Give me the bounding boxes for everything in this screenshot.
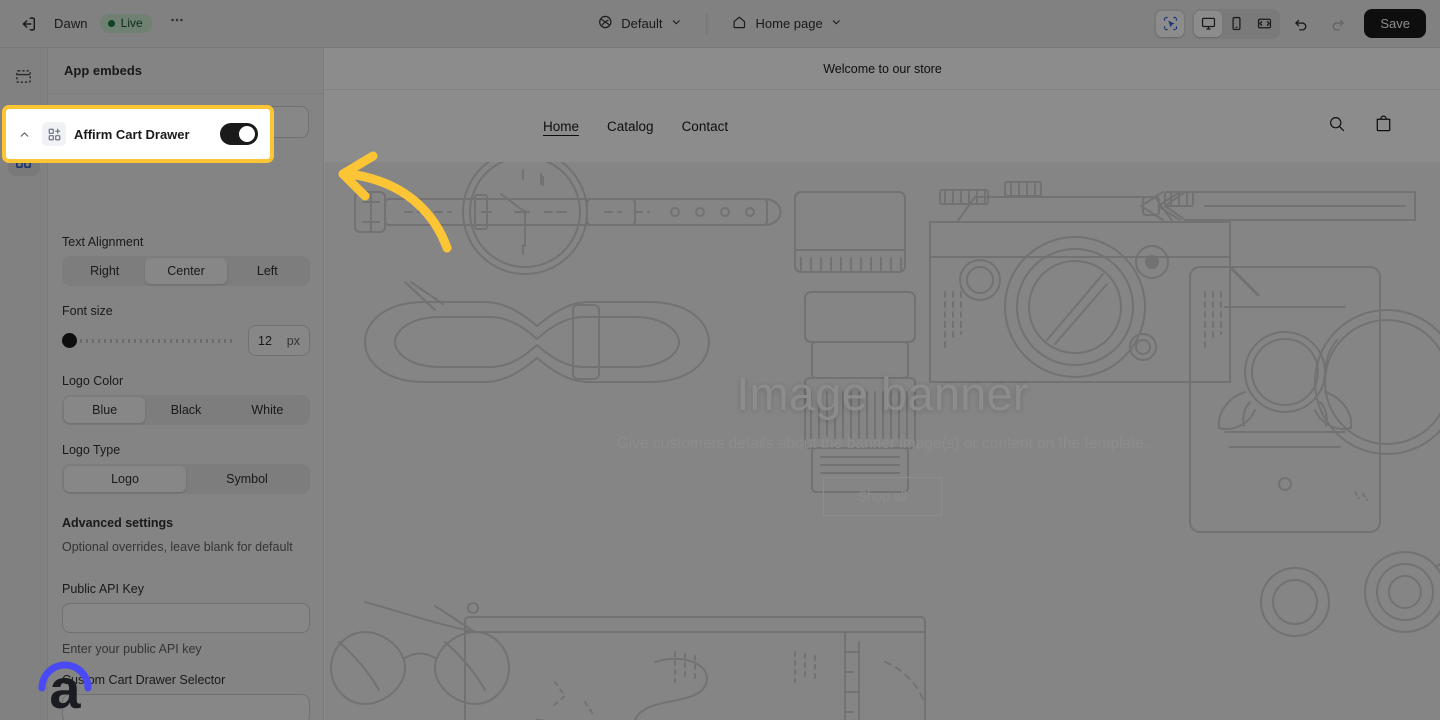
app-embed-row-affirm-cart-drawer[interactable]: Affirm Cart Drawer <box>2 105 274 163</box>
advanced-settings-heading: Advanced settings <box>62 516 174 530</box>
font-size-row: 12 px <box>62 325 310 356</box>
storefront-preview: Welcome to our store Home Catalog Contac… <box>325 48 1440 720</box>
public-api-key-label: Public API Key <box>62 582 144 596</box>
slider-track <box>62 338 236 343</box>
page-selector[interactable]: Home page <box>721 9 852 38</box>
chevron-up-icon[interactable] <box>14 124 34 144</box>
status-badge-label: Live <box>120 16 143 30</box>
search-icon[interactable] <box>1327 114 1347 139</box>
font-size-label: Font size <box>62 304 113 318</box>
logo-color-group: Logo Color Blue Black White <box>62 374 310 425</box>
text-alignment-label: Text Alignment <box>62 235 144 249</box>
banner-subtitle: Give customers details about the banner … <box>616 435 1149 452</box>
apps-icon <box>42 122 66 146</box>
text-alignment-option-center[interactable]: Center <box>145 258 227 284</box>
font-size-stepper[interactable]: 12 px <box>248 325 310 356</box>
public-api-key-input[interactable] <box>62 603 310 633</box>
nav-link-home[interactable]: Home <box>543 119 579 134</box>
logo-type-option-symbol[interactable]: Symbol <box>186 466 308 492</box>
toolbar-right-group: Save <box>1154 8 1426 39</box>
font-size-value: 12 <box>258 333 272 348</box>
font-size-group: Font size 12 px <box>62 304 310 356</box>
app-embed-toggle[interactable] <box>220 123 258 145</box>
advanced-settings-description: Optional overrides, leave blank for defa… <box>62 540 293 554</box>
save-button[interactable]: Save <box>1364 9 1426 38</box>
theme-name: Dawn <box>54 16 88 31</box>
select-tool-group <box>1154 8 1187 39</box>
store-actions <box>1327 113 1394 139</box>
toolbar-divider <box>706 13 708 34</box>
text-alignment-option-right[interactable]: Right <box>64 258 145 284</box>
locale-label: Default <box>621 16 663 31</box>
status-badge: Live <box>99 14 152 33</box>
app-embed-title: Affirm Cart Drawer <box>74 126 190 142</box>
status-dot <box>107 19 115 27</box>
advanced-settings-group: Advanced settings Optional overrides, le… <box>62 516 310 554</box>
text-alignment-segmented: Right Center Left <box>62 256 310 286</box>
page-label: Home page <box>755 16 823 31</box>
shop-all-button[interactable]: Shop all <box>823 477 942 516</box>
text-alignment-group: Text Alignment Right Center Left <box>62 235 310 286</box>
banner-content: Image banner Give customers details abou… <box>325 162 1440 720</box>
undo-icon[interactable] <box>1286 10 1316 38</box>
logo-color-option-black[interactable]: Black <box>145 397 226 423</box>
announcement-bar: Welcome to our store <box>325 48 1440 90</box>
toolbar-left-group: Dawn Live <box>0 10 190 38</box>
sidebar-rail-sections[interactable] <box>8 60 40 92</box>
redo-icon <box>1322 10 1352 38</box>
chevron-down-icon <box>670 16 682 31</box>
logo-color-option-blue[interactable]: Blue <box>64 397 146 423</box>
top-toolbar: Dawn Live Default Home page Save <box>0 0 1440 48</box>
select-tool-button[interactable] <box>1156 10 1185 37</box>
panel-title: App embeds <box>48 48 323 94</box>
banner-title: Image banner <box>736 367 1029 420</box>
logo-type-option-logo[interactable]: Logo <box>64 466 186 492</box>
logo-color-label: Logo Color <box>62 374 124 388</box>
logo-color-option-white[interactable]: White <box>227 397 308 423</box>
locale-selector[interactable]: Default <box>587 9 692 38</box>
exit-icon[interactable] <box>14 10 42 38</box>
nav-link-catalog[interactable]: Catalog <box>607 119 654 134</box>
font-size-slider[interactable] <box>62 331 236 351</box>
font-size-unit: px <box>286 333 300 348</box>
toggle-knob <box>239 126 255 142</box>
shopping-bag-icon[interactable] <box>1373 113 1394 139</box>
text-alignment-option-left[interactable]: Left <box>227 258 308 284</box>
device-preview-group <box>1192 8 1281 39</box>
mobile-view-button[interactable] <box>1222 11 1250 37</box>
store-header: Home Catalog Contact <box>325 90 1440 162</box>
theme-editor-window: Dawn Live Default Home page Save App emb… <box>0 0 1440 720</box>
svg-text:a: a <box>49 657 81 712</box>
desktop-view-button[interactable] <box>1194 10 1223 37</box>
logo-type-group: Logo Type Logo Symbol <box>62 443 310 494</box>
more-menu-icon[interactable] <box>164 11 190 37</box>
toolbar-center-group: Default Home page <box>587 9 852 38</box>
store-nav: Home Catalog Contact <box>543 119 728 134</box>
image-banner-section: Image banner Give customers details abou… <box>325 162 1440 720</box>
chevron-down-icon <box>831 16 843 31</box>
globe-icon <box>597 14 613 33</box>
nav-link-contact[interactable]: Contact <box>682 119 729 134</box>
affirm-logo-icon: a <box>30 642 100 720</box>
fullwidth-view-button[interactable] <box>1250 11 1278 37</box>
logo-type-label: Logo Type <box>62 443 121 457</box>
slider-knob[interactable] <box>62 333 77 348</box>
home-icon <box>731 14 747 33</box>
logo-type-segmented: Logo Symbol <box>62 464 310 494</box>
logo-color-segmented: Blue Black White <box>62 395 310 425</box>
